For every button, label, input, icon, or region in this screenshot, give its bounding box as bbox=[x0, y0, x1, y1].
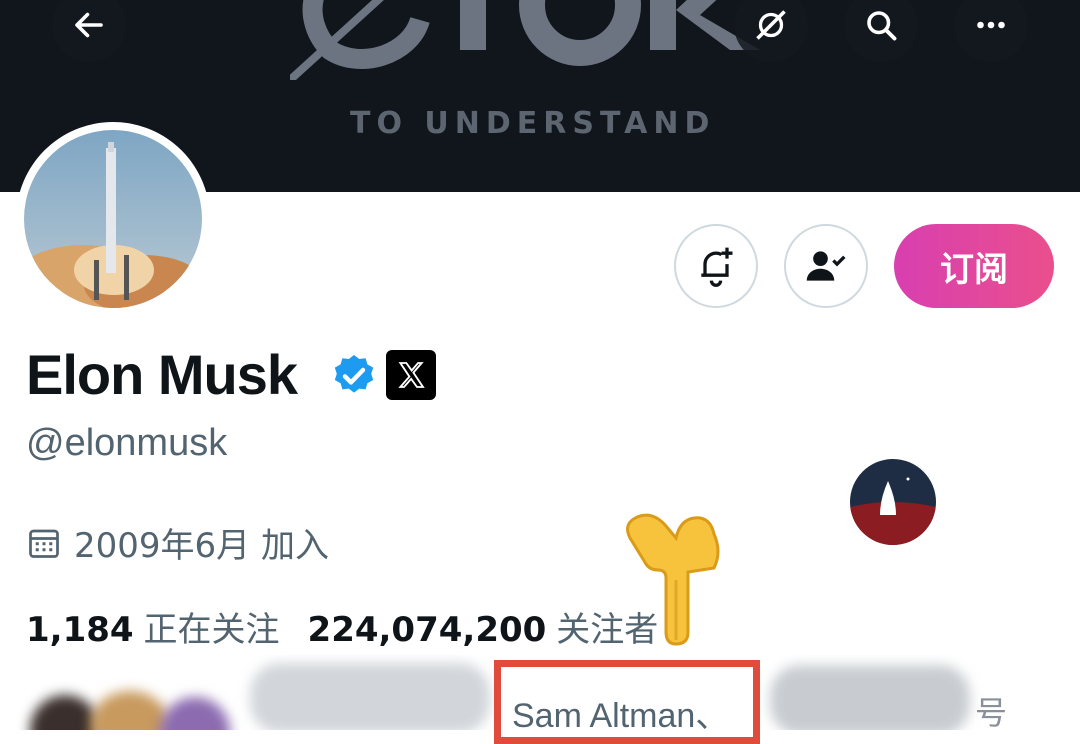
banner-logo bbox=[290, 0, 760, 80]
follow-stats: 1,184 正在关注 224,074,200 关注者 bbox=[26, 602, 658, 651]
following-label: 正在关注 bbox=[143, 610, 280, 650]
mutual-avatar-2 bbox=[90, 691, 170, 730]
display-name: Elon Musk bbox=[26, 343, 298, 406]
more-icon bbox=[977, 21, 1005, 29]
subscribe-button[interactable]: 订阅 bbox=[894, 224, 1054, 308]
following-stat[interactable]: 1,184 正在关注 bbox=[26, 602, 280, 651]
highlight-annotation-box bbox=[494, 660, 760, 744]
joined-date-row: 2009年6月 加入 bbox=[26, 518, 329, 567]
followers-count: 224,074,200 bbox=[307, 610, 547, 650]
bell-plus-icon bbox=[701, 247, 733, 287]
back-arrow-icon bbox=[75, 12, 103, 38]
calendar-icon bbox=[29, 529, 59, 558]
avatar[interactable] bbox=[24, 130, 202, 308]
blurred-text-2 bbox=[770, 665, 970, 730]
x-logo-icon bbox=[398, 362, 425, 388]
floating-watermark-avatar bbox=[850, 459, 936, 545]
followers-you-know-suffix: 号 bbox=[975, 694, 1008, 732]
notifications-button[interactable] bbox=[674, 224, 758, 308]
pointing-down-hand-icon bbox=[626, 513, 720, 646]
search-icon bbox=[867, 11, 897, 41]
followers-stat[interactable]: 224,074,200 关注者 bbox=[308, 602, 659, 651]
blurred-text-1 bbox=[250, 663, 490, 730]
verified-badge-icon bbox=[334, 355, 374, 393]
following-button[interactable] bbox=[784, 224, 868, 308]
joined-date-text: 2009年6月 加入 bbox=[74, 526, 329, 566]
grok-icon bbox=[756, 10, 786, 40]
mutual-avatar-3 bbox=[160, 697, 230, 730]
following-count: 1,184 bbox=[26, 610, 134, 650]
watermark-logo-image bbox=[850, 459, 936, 545]
x-affiliation-badge[interactable] bbox=[386, 350, 436, 400]
rocket-launch-image bbox=[24, 130, 202, 308]
user-handle: @elonmusk bbox=[26, 422, 228, 464]
user-check-icon bbox=[806, 251, 846, 281]
banner-tagline: TO UNDERSTAND bbox=[350, 106, 716, 141]
